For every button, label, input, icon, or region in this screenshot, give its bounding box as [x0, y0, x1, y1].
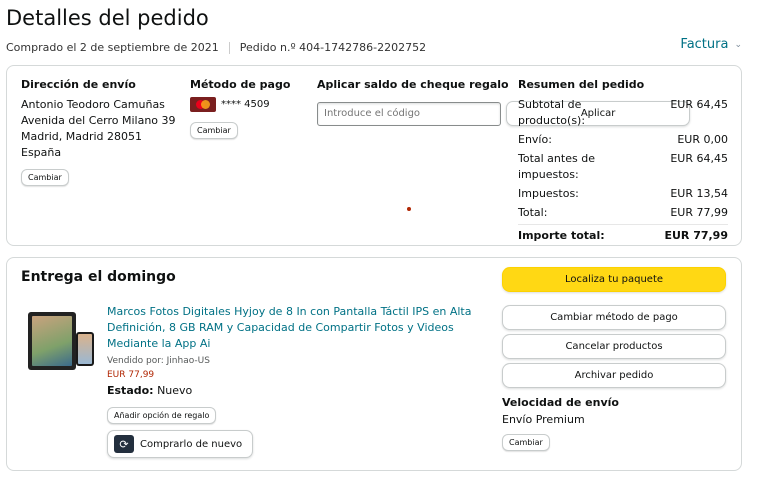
add-gift-option-button[interactable]: Añadir opción de regalo [107, 407, 217, 424]
summary-label: Subtotal de producto(s): [518, 98, 586, 127]
condition-label: Estado: [107, 384, 154, 397]
summary-value: EUR 64,45 [670, 152, 728, 165]
change-payment-button[interactable]: Cambiar [190, 122, 238, 139]
archive-order-button[interactable]: Archivar pedido [502, 363, 726, 388]
summary-row: Total: EUR 77,99 [518, 205, 728, 221]
summary-row: Total antes de impuestos: EUR 64,45 [518, 151, 728, 183]
invoice-label: Factura [680, 37, 729, 52]
payment-method-section: Método de pago **** 4509 Cambiar [190, 78, 290, 139]
gift-code-input[interactable] [317, 101, 501, 126]
change-address-button[interactable]: Cambiar [21, 169, 69, 186]
seller-info: Vendido por: Jinhao-US [107, 356, 210, 366]
meta-divider [228, 41, 230, 54]
summary-value: EUR 13,54 [670, 187, 728, 200]
shipping-address-section: Dirección de envío Antonio Teodoro Camuñ… [21, 78, 176, 186]
chevron-down-icon: ⌄ [734, 39, 742, 50]
change-shipping-speed-button[interactable]: Cambiar [502, 434, 550, 451]
mastercard-icon [190, 97, 216, 112]
order-meta: Comprado el 2 de septiembre de 2021 Pedi… [6, 41, 426, 54]
order-number: Pedido n.º 404-1742786-2202752 [239, 41, 427, 54]
product-title-link[interactable]: Marcos Fotos Digitales Hyjoy de 8 In con… [107, 304, 487, 352]
summary-label: Total antes de impuestos: [518, 152, 595, 181]
shipping-speed-value: Envío Premium [502, 413, 585, 426]
buy-again-button[interactable]: ⟳ Comprarlo de nuevo [107, 430, 254, 458]
summary-row: Impuestos: EUR 13,54 [518, 186, 728, 202]
order-summary-title: Resumen del pedido [518, 78, 645, 91]
grand-total-label: Importe total: [518, 229, 605, 242]
buy-again-label: Comprarlo de nuevo [140, 438, 243, 450]
indicator-dot [407, 207, 411, 211]
card-number: **** 4509 [221, 99, 270, 110]
cancel-items-button[interactable]: Cancelar productos [502, 334, 726, 359]
photo-frame-icon [28, 312, 76, 370]
product-image[interactable] [26, 310, 96, 372]
address-line: Avenida del Cerro Milano 39 [21, 114, 176, 127]
summary-value: EUR 64,45 [670, 98, 728, 111]
order-summary-section: Resumen del pedido Subtotal de producto(… [518, 78, 728, 247]
address-line: España [21, 146, 62, 159]
summary-label: Impuestos: [518, 187, 579, 200]
summary-value: EUR 0,00 [677, 133, 728, 146]
summary-value: EUR 77,99 [670, 206, 728, 219]
order-date: Comprado el 2 de septiembre de 2021 [6, 41, 219, 54]
order-summary-card: Dirección de envío Antonio Teodoro Camuñ… [6, 65, 742, 246]
change-payment-method-button[interactable]: Cambiar método de pago [502, 305, 726, 330]
shipping-address-title: Dirección de envío [21, 78, 136, 91]
condition-value: Nuevo [157, 384, 193, 397]
invoice-dropdown[interactable]: Factura ⌄ [680, 37, 742, 52]
delivery-title: Entrega el domingo [21, 269, 176, 285]
page-title: Detalles del pedido [6, 6, 209, 30]
product-price: EUR 77,99 [107, 370, 155, 380]
address-line: Madrid, Madrid 28051 [21, 130, 143, 143]
summary-row: Subtotal de producto(s): EUR 64,45 [518, 97, 728, 129]
shipping-speed-title: Velocidad de envío [502, 396, 619, 409]
product-condition: Estado: Nuevo [107, 384, 487, 397]
summary-label: Envío: [518, 133, 552, 146]
summary-label: Total: [518, 206, 548, 219]
product-info: Marcos Fotos Digitales Hyjoy de 8 In con… [107, 304, 487, 458]
summary-row: Envío: EUR 0,00 [518, 132, 728, 148]
phone-icon [76, 332, 94, 366]
rebuy-icon: ⟳ [114, 435, 134, 453]
grand-total-value: EUR 77,99 [664, 229, 728, 242]
grand-total-row: Importe total: EUR 77,99 [518, 224, 728, 244]
track-package-button[interactable]: Localiza tu paquete [502, 267, 726, 292]
address-line: Antonio Teodoro Camuñas [21, 98, 165, 111]
payment-method-title: Método de pago [190, 78, 291, 91]
delivery-actions: Localiza tu paquete Cambiar método de pa… [502, 267, 726, 451]
